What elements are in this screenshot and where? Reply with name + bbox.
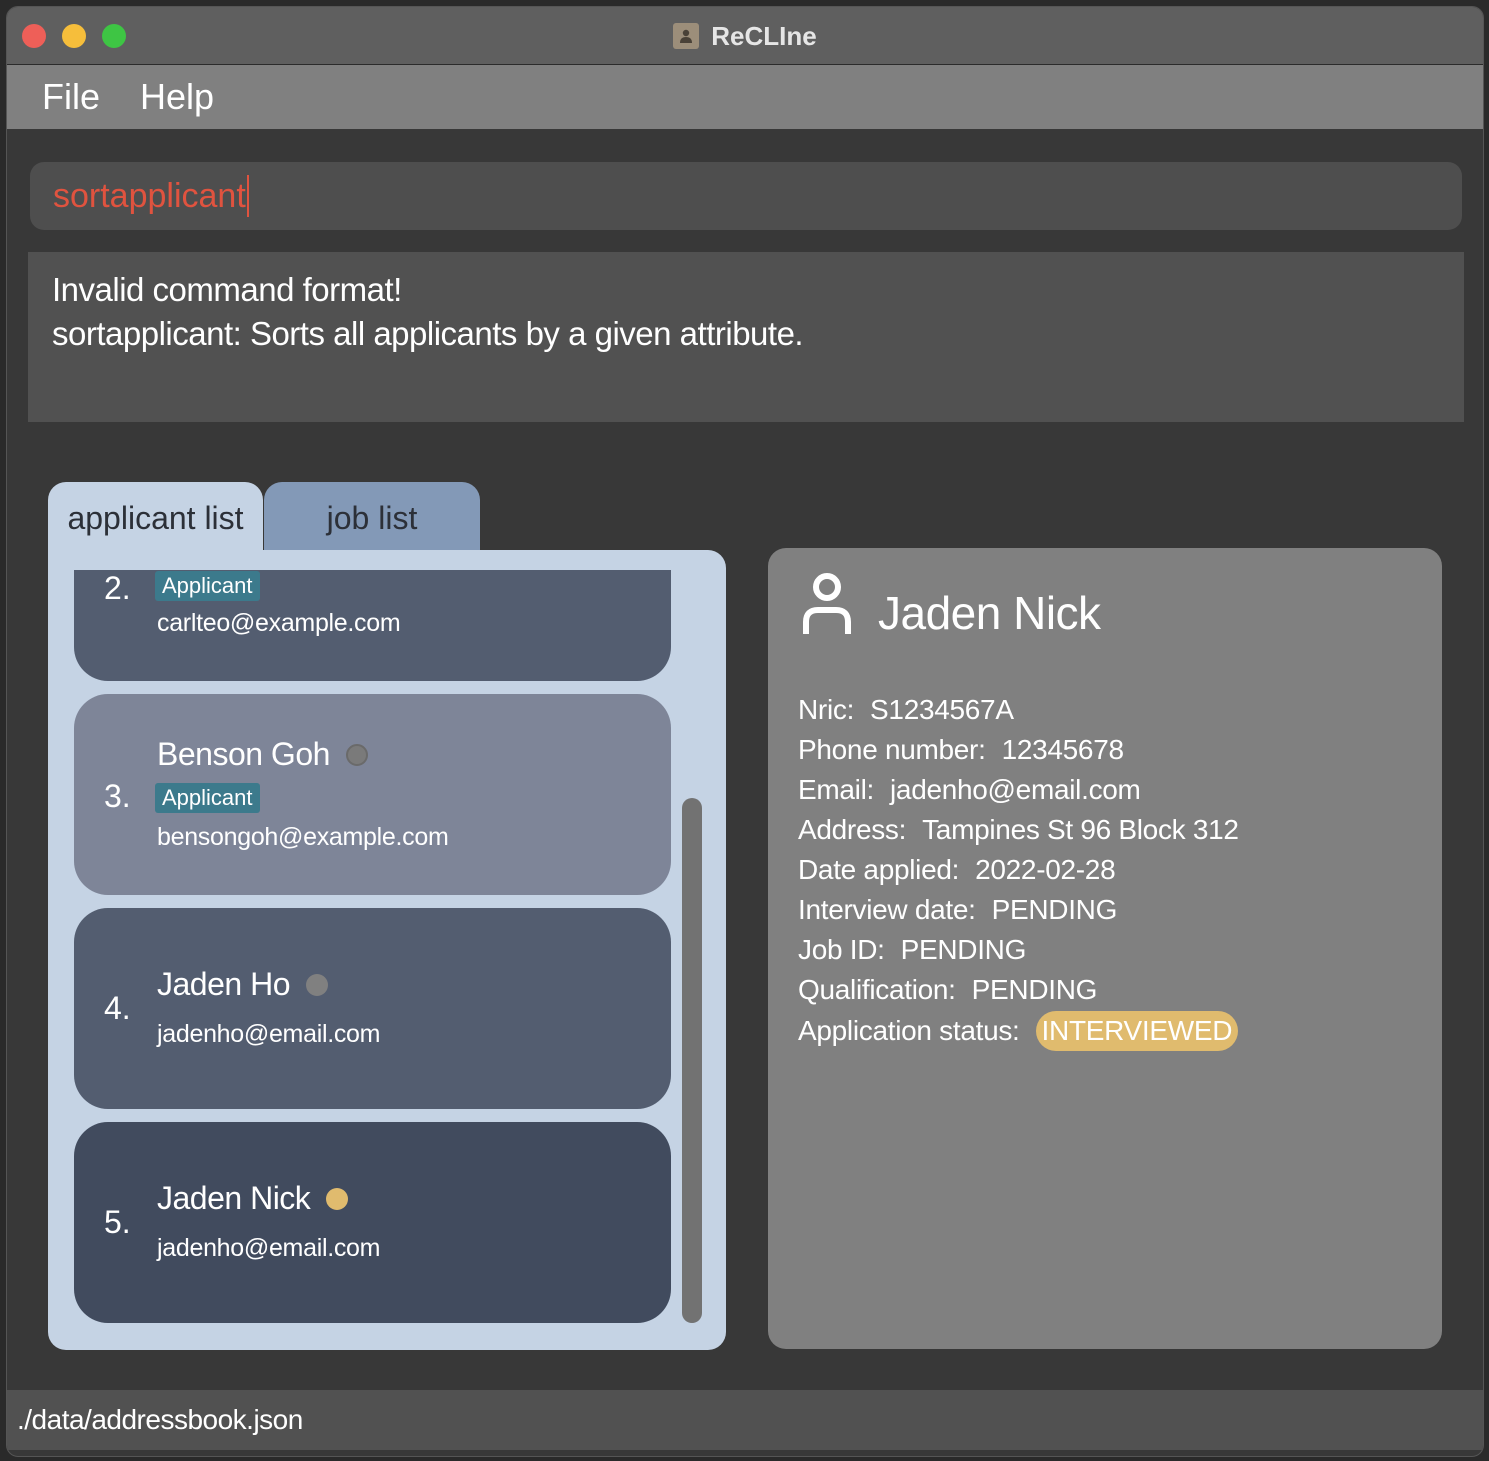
applicant-name-row: Jaden Nick (157, 1180, 349, 1217)
tab-job-list[interactable]: job list (264, 482, 480, 554)
result-line-1: Invalid command format! (52, 271, 402, 308)
applicant-email: jadenho@email.com (157, 1234, 381, 1262)
detail-name: Jaden Nick (878, 587, 1101, 639)
field-nric: Nric: S1234567A (798, 694, 1014, 726)
app-icon (673, 23, 700, 49)
applicant-tag: Applicant (155, 571, 260, 601)
phone-value: 12345678 (1001, 734, 1124, 765)
applicant-index: 2. (104, 570, 131, 606)
result-display: Invalid command format! sortapplicant: S… (28, 252, 1464, 422)
list-scrollbar[interactable] (682, 798, 702, 1323)
applicant-tag: Applicant (155, 783, 260, 813)
applicant-name-row: Jaden Ho (157, 966, 328, 1003)
address-value: Tampines St 96 Block 312 (922, 814, 1239, 845)
job-id-label: Job ID: (798, 934, 885, 965)
menu-file[interactable]: File (42, 76, 100, 118)
field-qualification: Qualification: PENDING (798, 974, 1097, 1006)
field-interview-date: Interview date: PENDING (798, 894, 1117, 926)
command-text: sortapplicant (53, 176, 246, 215)
applicant-index: 3. (104, 778, 131, 814)
field-job-id: Job ID: PENDING (798, 934, 1026, 966)
status-dot-icon (305, 973, 328, 996)
nric-label: Nric: (798, 694, 855, 725)
applicant-index: 5. (104, 1204, 131, 1240)
field-application-status: Application status: INTERVIEWED (798, 1011, 1239, 1051)
applicant-card-4[interactable]: Jaden Ho 4. jadenho@email.com (74, 908, 671, 1109)
applicant-card-3[interactable]: Benson Goh 3. Applicant bensongoh@exampl… (74, 694, 671, 895)
field-email: Email: jadenho@email.com (798, 774, 1141, 806)
text-caret (246, 175, 249, 217)
result-line-2: sortapplicant: Sorts all applicants by a… (52, 315, 804, 352)
applicant-card-5[interactable]: Jaden Nick 5. jadenho@email.com (74, 1122, 671, 1323)
save-location: ./data/addressbook.json (17, 1404, 303, 1435)
applicant-list[interactable]: 2. Applicant carlteo@example.com Benson … (74, 570, 671, 1330)
title-bar: ReCLIne (7, 7, 1483, 65)
applicant-name: Jaden Ho (157, 966, 290, 1002)
status-badge: INTERVIEWED (1035, 1011, 1239, 1051)
window-title: ReCLIne (711, 20, 817, 51)
status-dot-icon (326, 1187, 349, 1210)
menu-bar: File Help (7, 65, 1483, 129)
applicant-detail-panel: Jaden Nick Nric: S1234567A Phone number:… (768, 548, 1442, 1349)
app-window: ReCLIne File Help sortapplicant Invalid … (6, 6, 1484, 1457)
email-label: Email: (798, 774, 874, 805)
applicant-name: Jaden Nick (157, 1180, 311, 1216)
status-dot-icon (345, 743, 368, 766)
applicant-card-2[interactable]: 2. Applicant carlteo@example.com (74, 570, 671, 681)
applicant-name-row: Benson Goh (157, 736, 368, 773)
applicant-email: carlteo@example.com (157, 609, 401, 637)
phone-label: Phone number: (798, 734, 986, 765)
interview-date-label: Interview date: (798, 894, 976, 925)
tab-applicant-list[interactable]: applicant list (48, 482, 263, 554)
qualification-label: Qualification: (798, 974, 956, 1005)
applicant-index: 4. (104, 990, 131, 1026)
application-status-label: Application status: (798, 1015, 1020, 1046)
field-date-applied: Date applied: 2022-02-28 (798, 854, 1116, 886)
applicant-name: Benson Goh (157, 736, 330, 772)
applicant-email: jadenho@email.com (157, 1020, 381, 1048)
command-input[interactable]: sortapplicant (30, 162, 1462, 230)
person-icon (803, 573, 851, 634)
interview-date-value: PENDING (991, 894, 1118, 925)
status-bar: ./data/addressbook.json (7, 1390, 1483, 1450)
job-id-value: PENDING (900, 934, 1027, 965)
applicant-list-panel: 2. Applicant carlteo@example.com Benson … (48, 550, 726, 1350)
nric-value: S1234567A (870, 694, 1014, 725)
qualification-value: PENDING (971, 974, 1098, 1005)
address-label: Address: (798, 814, 907, 845)
field-phone: Phone number: 12345678 (798, 734, 1124, 766)
date-applied-label: Date applied: (798, 854, 960, 885)
applicant-email: bensongoh@example.com (157, 823, 449, 851)
menu-help[interactable]: Help (140, 76, 214, 118)
date-applied-value: 2022-02-28 (975, 854, 1116, 885)
field-address: Address: Tampines St 96 Block 312 (798, 814, 1239, 846)
email-value: jadenho@email.com (890, 774, 1141, 805)
